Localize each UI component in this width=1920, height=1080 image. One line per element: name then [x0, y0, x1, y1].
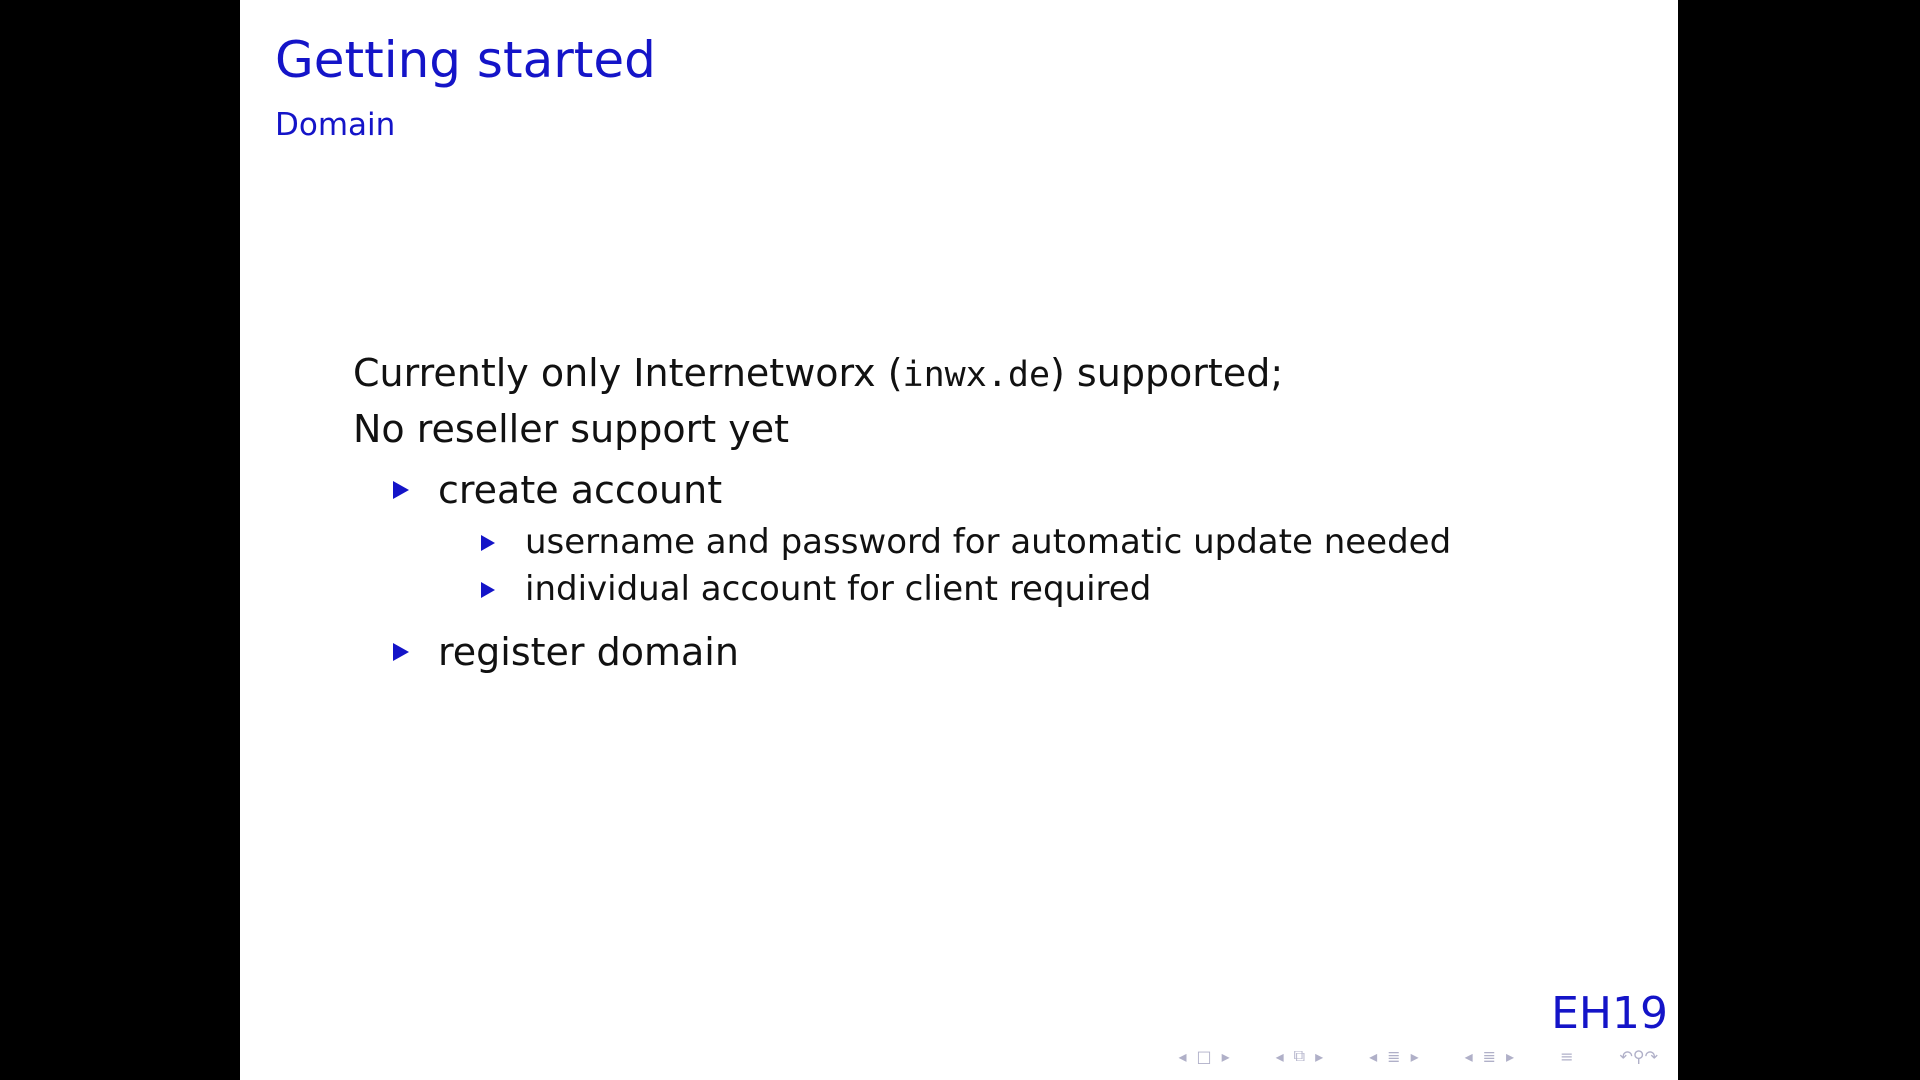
nav-next-icon[interactable]: ▸	[1411, 1047, 1419, 1066]
nav-prev-icon[interactable]: ◂	[1465, 1047, 1473, 1066]
triangle-bullet-icon	[393, 643, 409, 661]
frame-title: Getting started	[275, 31, 656, 89]
beamer-navigation: ◂ □ ▸ ◂ ⧉ ▸ ◂ ≣ ▸ ◂ ≣ ▸ ≡ ↶⚲↷	[1178, 1046, 1658, 1066]
intro-line-1: Currently only Internetworx (inwx.de) su…	[353, 346, 1451, 402]
nav-first-icon[interactable]: □	[1196, 1047, 1211, 1066]
nav-section-icon[interactable]: ≣	[1387, 1047, 1400, 1066]
sub-bullet-list: username and password for automatic upda…	[438, 519, 1451, 613]
nav-next-icon[interactable]: ▸	[1506, 1047, 1514, 1066]
bullet-list: create account username and password for…	[353, 461, 1451, 681]
list-item: register domain	[393, 623, 1451, 681]
list-item: create account username and password for…	[393, 461, 1451, 613]
nav-prev-icon[interactable]: ◂	[1276, 1047, 1284, 1066]
triangle-bullet-icon	[393, 481, 409, 499]
sub-list-item: individual account for client required	[481, 566, 1451, 613]
nav-next-icon[interactable]: ▸	[1222, 1047, 1230, 1066]
nav-align-icon[interactable]: ≡	[1560, 1047, 1573, 1066]
nav-frame-icon[interactable]: ⧉	[1294, 1046, 1305, 1066]
intro-text-after: ) supported;	[1050, 351, 1284, 395]
sub-list-item-label: username and password for automatic upda…	[525, 522, 1452, 562]
list-item-label: create account	[438, 468, 723, 512]
nav-prev-icon[interactable]: ◂	[1178, 1047, 1186, 1066]
sub-list-item-label: individual account for client required	[525, 569, 1152, 609]
nav-next-icon[interactable]: ▸	[1315, 1047, 1323, 1066]
sub-list-item: username and password for automatic upda…	[481, 519, 1451, 566]
intro-text-before: Currently only Internetworx (	[353, 351, 903, 395]
intro-line-2: No reseller support yet	[353, 407, 790, 451]
slide-body: Currently only Internetworx (inwx.de) su…	[353, 346, 1451, 681]
slide: Getting started Domain Currently only In…	[240, 0, 1678, 1080]
list-item-label: register domain	[438, 630, 739, 674]
nav-prev-icon[interactable]: ◂	[1369, 1047, 1377, 1066]
frame-subtitle: Domain	[275, 107, 396, 143]
domain-code: inwx.de	[902, 355, 1051, 395]
triangle-bullet-icon	[481, 535, 495, 551]
nav-search-icon[interactable]: ↶⚲↷	[1619, 1047, 1658, 1066]
nav-subsection-icon[interactable]: ≣	[1483, 1047, 1496, 1066]
triangle-bullet-icon	[481, 582, 495, 598]
footer-label: EH19	[1551, 988, 1668, 1039]
